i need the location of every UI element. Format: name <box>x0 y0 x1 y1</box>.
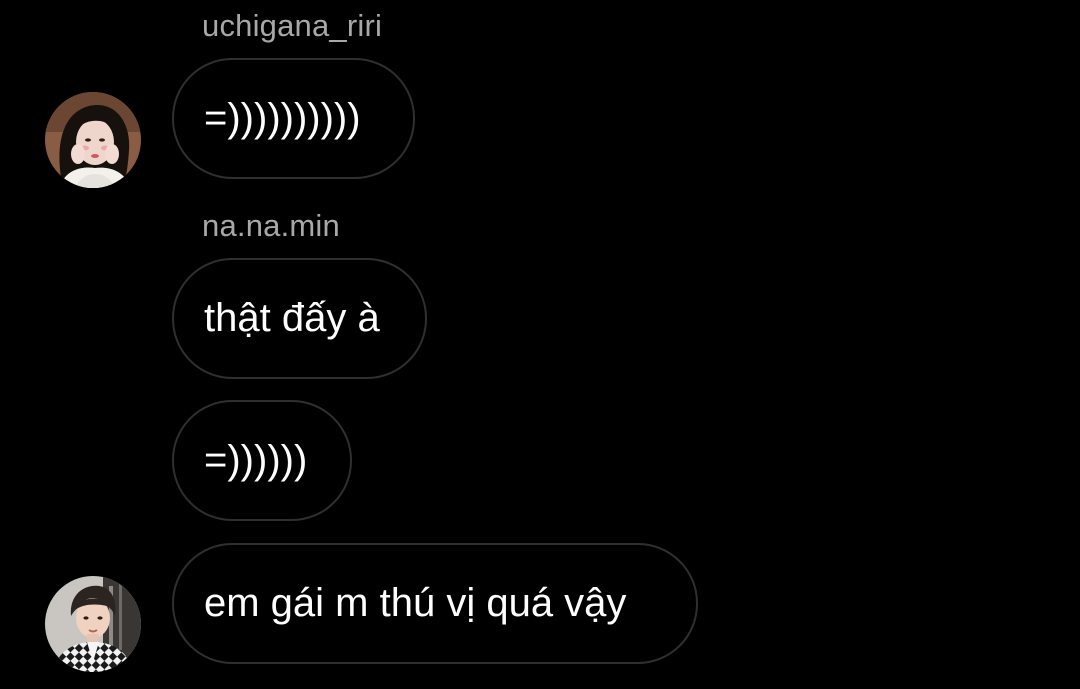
profile-photo-icon <box>45 576 141 672</box>
avatar-riri[interactable] <box>45 92 141 188</box>
profile-photo-icon <box>45 92 141 188</box>
sender-name: na.na.min <box>202 208 340 243</box>
sender-name: uchigana_riri <box>202 8 383 43</box>
message-bubble[interactable]: =)))))) <box>172 400 352 521</box>
message-text: =)))))))))) <box>204 96 361 140</box>
message-bubble[interactable]: thật đấy à <box>172 258 427 379</box>
message-text: =)))))) <box>204 438 308 482</box>
message-text: em gái m thú vị quá vậy <box>204 581 627 625</box>
message-text: thật đấy à <box>204 296 380 340</box>
message-bubble[interactable]: em gái m thú vị quá vậy <box>172 543 698 664</box>
avatar-nanamin[interactable] <box>45 576 141 672</box>
message-bubble[interactable]: =)))))))))) <box>172 58 415 179</box>
